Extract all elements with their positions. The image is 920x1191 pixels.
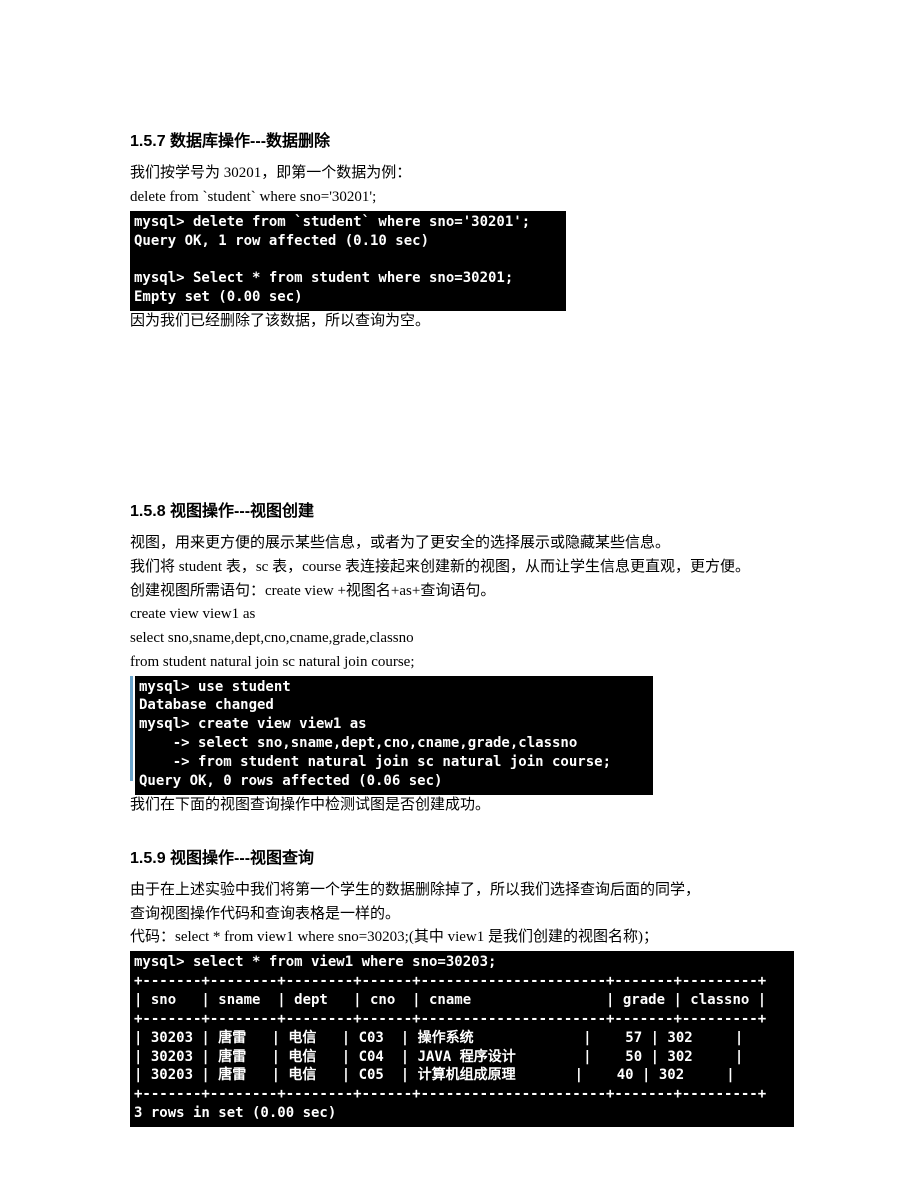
terminal-block-159: mysql> select * from view1 where sno=302… bbox=[130, 951, 794, 1127]
heading-157: 1.5.7 数据库操作---数据删除 bbox=[130, 130, 790, 153]
s158-text-4: create view view1 as bbox=[130, 604, 790, 626]
s159-text-3: 代码：select * from view1 where sno=30203;(… bbox=[130, 927, 790, 949]
s158-text-6: from student natural join sc natural joi… bbox=[130, 652, 790, 674]
s158-text-7: 我们在下面的视图查询操作中检测试图是否创建成功。 bbox=[130, 795, 790, 817]
terminal-block-157: mysql> delete from `student` where sno='… bbox=[130, 211, 566, 311]
s157-text-1: 我们按学号为 30201，即第一个数据为例： bbox=[130, 163, 790, 185]
s158-text-5: select sno,sname,dept,cno,cname,grade,cl… bbox=[130, 628, 790, 650]
terminal-side-bar bbox=[130, 676, 133, 781]
s158-text-3: 创建视图所需语句：create view +视图名+as+查询语句。 bbox=[130, 581, 790, 603]
s157-text-3: 因为我们已经删除了该数据，所以查询为空。 bbox=[130, 311, 790, 333]
heading-158: 1.5.8 视图操作---视图创建 bbox=[130, 500, 790, 523]
s159-text-2: 查询视图操作代码和查询表格是一样的。 bbox=[130, 904, 790, 926]
s157-text-2: delete from `student` where sno='30201'; bbox=[130, 187, 790, 209]
terminal-block-158: mysql> use student Database changed mysq… bbox=[135, 676, 653, 795]
heading-159: 1.5.9 视图操作---视图查询 bbox=[130, 847, 790, 870]
s159-text-1: 由于在上述实验中我们将第一个学生的数据删除掉了，所以我们选择查询后面的同学， bbox=[130, 880, 790, 902]
s158-text-1: 视图，用来更方便的展示某些信息，或者为了更安全的选择展示或隐藏某些信息。 bbox=[130, 533, 790, 555]
s158-text-2: 我们将 student 表，sc 表，course 表连接起来创建新的视图，从而… bbox=[130, 557, 790, 579]
